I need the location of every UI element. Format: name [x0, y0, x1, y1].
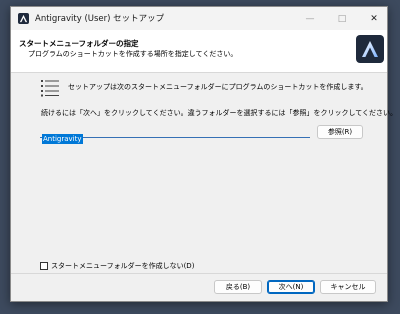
no-folder-label[interactable]: スタートメニューフォルダーを作成しない(D) [51, 261, 194, 271]
no-folder-option[interactable]: スタートメニューフォルダーを作成しない(D) [40, 261, 194, 271]
page-subtitle: プログラムのショートカットを作成する場所を指定してください。 [28, 50, 238, 58]
maximize-button[interactable]: □ [327, 7, 357, 30]
close-button[interactable]: ✕ [359, 7, 389, 30]
antigravity-logo-icon [356, 35, 384, 63]
next-button[interactable]: 次へ(N) [267, 280, 315, 294]
page-title: スタートメニューフォルダーの指定 [19, 39, 139, 48]
folder-list-icon [41, 80, 59, 97]
footer-divider [11, 273, 387, 274]
browse-button[interactable]: 参照(R) [317, 125, 363, 139]
title-bar[interactable]: Antigravity (User) セットアップ — □ ✕ [11, 7, 387, 30]
app-icon [18, 13, 29, 24]
cancel-button[interactable]: キャンセル [320, 280, 376, 294]
continue-instructions: 続けるには「次へ」をクリックしてください。違うフォルダーを選択するには「参照」を… [41, 109, 398, 117]
wizard-header: スタートメニューフォルダーの指定 プログラムのショートカットを作成する場所を指定… [11, 30, 387, 73]
info-text: セットアップは次のスタートメニューフォルダーにプログラムのショートカットを作成し… [68, 83, 368, 91]
minimize-button[interactable]: — [295, 7, 325, 30]
no-folder-checkbox[interactable] [40, 262, 48, 270]
folder-input-value: Antigravity [42, 134, 83, 144]
back-button[interactable]: 戻る(B) [214, 280, 262, 294]
setup-window: Antigravity (User) セットアップ — □ ✕ スタートメニュー… [10, 6, 397, 302]
start-menu-folder-input[interactable]: Antigravity [40, 125, 310, 144]
window-title: Antigravity (User) セットアップ [35, 14, 165, 24]
